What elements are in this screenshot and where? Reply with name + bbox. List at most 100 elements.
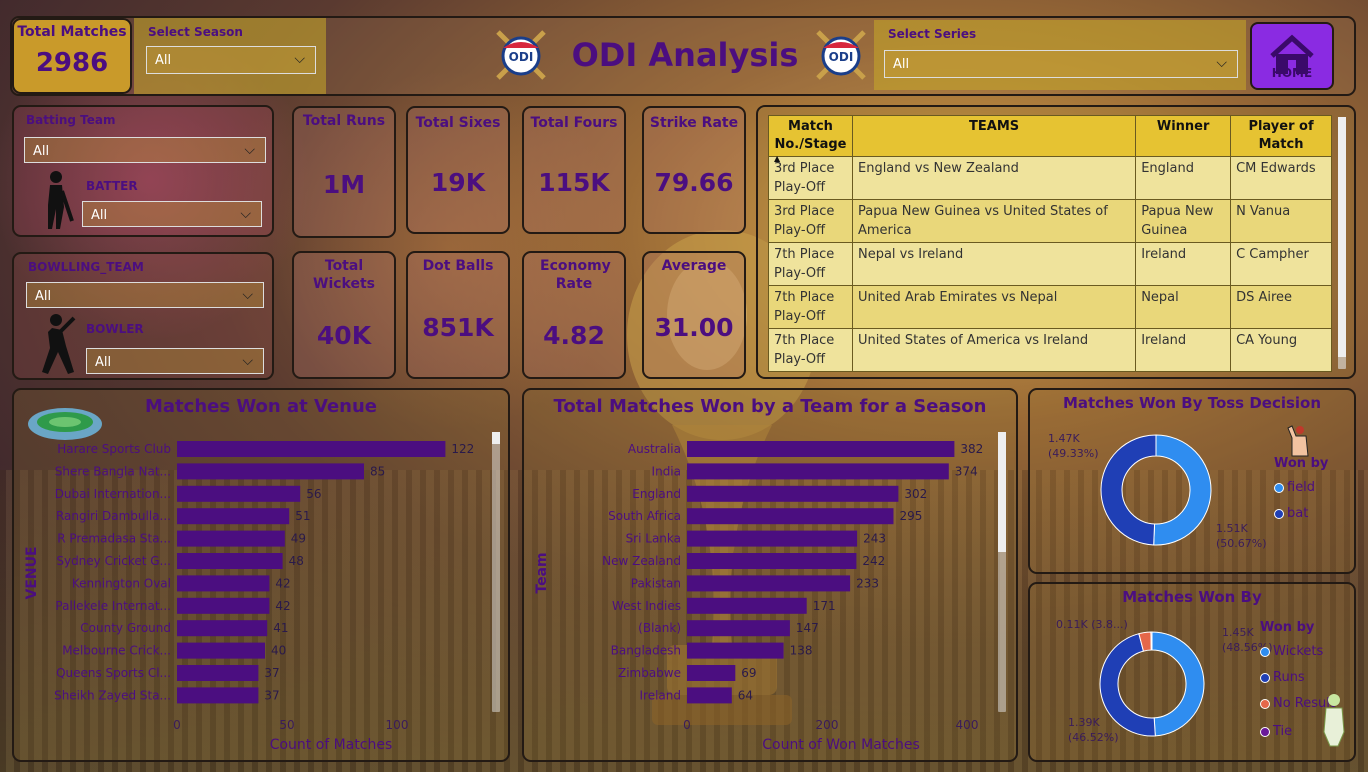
venue-bar-value: 122 xyxy=(451,442,474,456)
team-bar-value: 138 xyxy=(790,644,813,658)
bowler-value: All xyxy=(95,355,112,370)
season-dropdown[interactable]: All ⌵ xyxy=(146,46,316,74)
venue-bar-value: 49 xyxy=(291,532,306,546)
table-row[interactable]: 7th Place Play-Off United Arab Emirates v… xyxy=(768,285,1332,329)
team-chart-scrollbar-thumb[interactable] xyxy=(998,432,1006,552)
toss-legend-field[interactable]: field xyxy=(1274,480,1315,495)
match-table-panel: Match No./Stage ▲ TEAMS Winner Player of… xyxy=(756,105,1356,379)
venue-bar xyxy=(177,642,265,659)
home-label: HOME xyxy=(1271,66,1313,80)
team-bar-value: 243 xyxy=(863,532,886,546)
venue-bar-value: 40 xyxy=(271,644,286,658)
chevron-down-icon: ⌵ xyxy=(294,51,305,67)
bowler-dropdown[interactable]: All ⌵ xyxy=(86,348,264,374)
season-filter: Select Season All ⌵ xyxy=(134,18,326,94)
venue-category-label: Shere Bangla Nat... xyxy=(55,464,171,478)
venue-chart-panel: Matches Won at Venue Harare Sports Club 1… xyxy=(12,388,510,762)
venue-category-label: Dubai Internation... xyxy=(55,487,171,501)
total-fours-card: Total Fours 115K xyxy=(522,106,626,234)
chevron-down-icon: ⌵ xyxy=(242,287,253,303)
team-category-label: Pakistan xyxy=(631,576,681,590)
team-category-label: Ireland xyxy=(639,688,681,702)
batting-team-dropdown[interactable]: All ⌵ xyxy=(24,137,266,163)
table-scrollbar-thumb[interactable] xyxy=(1338,117,1346,357)
table-row[interactable]: 3rd Place Play-Off Papua New Guinea vs Un… xyxy=(768,199,1332,243)
team-chart-panel: Total Matches Won by a Team for a Season… xyxy=(522,388,1018,762)
column-header-teams[interactable]: TEAMS xyxy=(851,115,1137,157)
venue-category-label: R Premadasa Sta... xyxy=(57,532,171,546)
column-header-stage[interactable]: Match No./Stage ▲ xyxy=(768,115,853,163)
venue-bar-value: 41 xyxy=(273,621,288,635)
team-bar-value: 171 xyxy=(813,599,836,613)
batting-filter-panel: Batting Team All ⌵ BATTER All ⌵ xyxy=(12,105,274,237)
table-row[interactable]: 7th Place Play-Off United States of Ameri… xyxy=(768,328,1332,372)
wickets-legend-dot xyxy=(1260,646,1270,657)
no-result-legend-dot xyxy=(1260,698,1270,709)
team-bar xyxy=(687,642,784,659)
table-row[interactable]: 3rd Place Play-Off England vs New Zealand… xyxy=(768,156,1332,200)
bowler-silhouette-icon xyxy=(42,314,76,374)
won-by-legend-tie[interactable]: Tie xyxy=(1260,724,1292,739)
chevron-down-icon: ⌵ xyxy=(244,142,255,158)
team-bar-value: 382 xyxy=(960,442,983,456)
team-category-label: New Zealand xyxy=(602,554,681,568)
strike-rate-value: 79.66 xyxy=(654,168,734,197)
team-x-tick: 0 xyxy=(683,718,691,732)
won-by-legend-runs[interactable]: Runs xyxy=(1260,670,1305,685)
batter-silhouette-icon xyxy=(48,171,74,229)
team-bar xyxy=(687,620,790,637)
series-dropdown[interactable]: All ⌵ xyxy=(884,50,1238,78)
field-legend-dot xyxy=(1274,482,1284,493)
batter-dropdown[interactable]: All ⌵ xyxy=(82,201,262,227)
strike-rate-label: Strike Rate xyxy=(649,115,739,131)
tie-legend-dot xyxy=(1260,726,1270,737)
team-bar-value: 374 xyxy=(955,464,978,478)
odi-logo-text: ODI xyxy=(829,50,854,64)
bat-legend-dot xyxy=(1274,508,1284,519)
total-runs-card: Total Runs 1M xyxy=(292,106,396,238)
runs-legend-dot xyxy=(1260,672,1270,683)
team-bar xyxy=(687,575,851,592)
table-scrollbar[interactable] xyxy=(1338,117,1346,369)
chevron-down-icon: ⌵ xyxy=(1216,55,1227,71)
bowling-team-label: BOWLLING_TEAM xyxy=(28,260,144,274)
total-runs-label: Total Runs xyxy=(302,113,386,129)
team-chart-scrollbar[interactable] xyxy=(998,432,1006,712)
won-by-slice-tie xyxy=(1150,631,1153,651)
team-y-axis-label: Team xyxy=(534,552,550,593)
column-header-winner[interactable]: Winner xyxy=(1135,115,1232,157)
column-header-player-of-match[interactable]: Player of Match xyxy=(1230,115,1332,157)
batting-team-value: All xyxy=(33,144,50,159)
venue-bar xyxy=(177,441,446,457)
team-bar-value: 233 xyxy=(856,576,879,590)
venue-bar xyxy=(177,508,290,525)
cricketer-icon xyxy=(1323,694,1345,747)
toss-legend-title: Won by xyxy=(1274,456,1329,471)
team-category-label: Sri Lanka xyxy=(626,532,681,546)
won-by-donut-chart: 1.45K (48.56%)1.39K (46.52%)0.11K (3.8...) xyxy=(1056,618,1273,744)
table-row[interactable]: 7th Place Play-Off Nepal vs Ireland Irelan… xyxy=(768,242,1332,286)
bowling-team-dropdown[interactable]: All ⌵ xyxy=(26,282,264,308)
venue-y-axis-label: VENUE xyxy=(24,546,40,599)
series-filter: Select Series All ⌵ xyxy=(874,20,1246,90)
team-category-label: South Africa xyxy=(608,509,681,523)
dot-balls-value: 851K xyxy=(422,313,494,342)
economy-rate-card: Economy Rate 4.82 xyxy=(522,251,626,379)
venue-bar xyxy=(177,597,270,614)
venue-chart-scrollbar[interactable] xyxy=(492,432,500,712)
won-by-legend-title: Won by xyxy=(1260,620,1315,635)
venue-bar-value: 56 xyxy=(306,487,321,501)
team-bar-value: 302 xyxy=(904,487,927,501)
venue-chart-scrollbar-thumb[interactable] xyxy=(492,432,500,444)
won-by-data-label: 1.39K (46.52%) xyxy=(1068,716,1119,744)
home-button[interactable]: HOME xyxy=(1250,22,1334,90)
series-label: Select Series xyxy=(888,27,977,41)
total-wickets-label: Total Wickets xyxy=(313,258,375,292)
won-by-legend-wickets[interactable]: Wickets xyxy=(1260,644,1323,659)
venue-category-label: Kennington Oval xyxy=(72,576,171,590)
venue-bar xyxy=(177,463,364,480)
page-title: ODI Analysis xyxy=(571,36,799,74)
toss-legend-bat[interactable]: bat xyxy=(1274,506,1308,521)
venue-category-label: Pallekele Internat... xyxy=(55,599,171,613)
venue-bar-value: 42 xyxy=(275,599,290,613)
